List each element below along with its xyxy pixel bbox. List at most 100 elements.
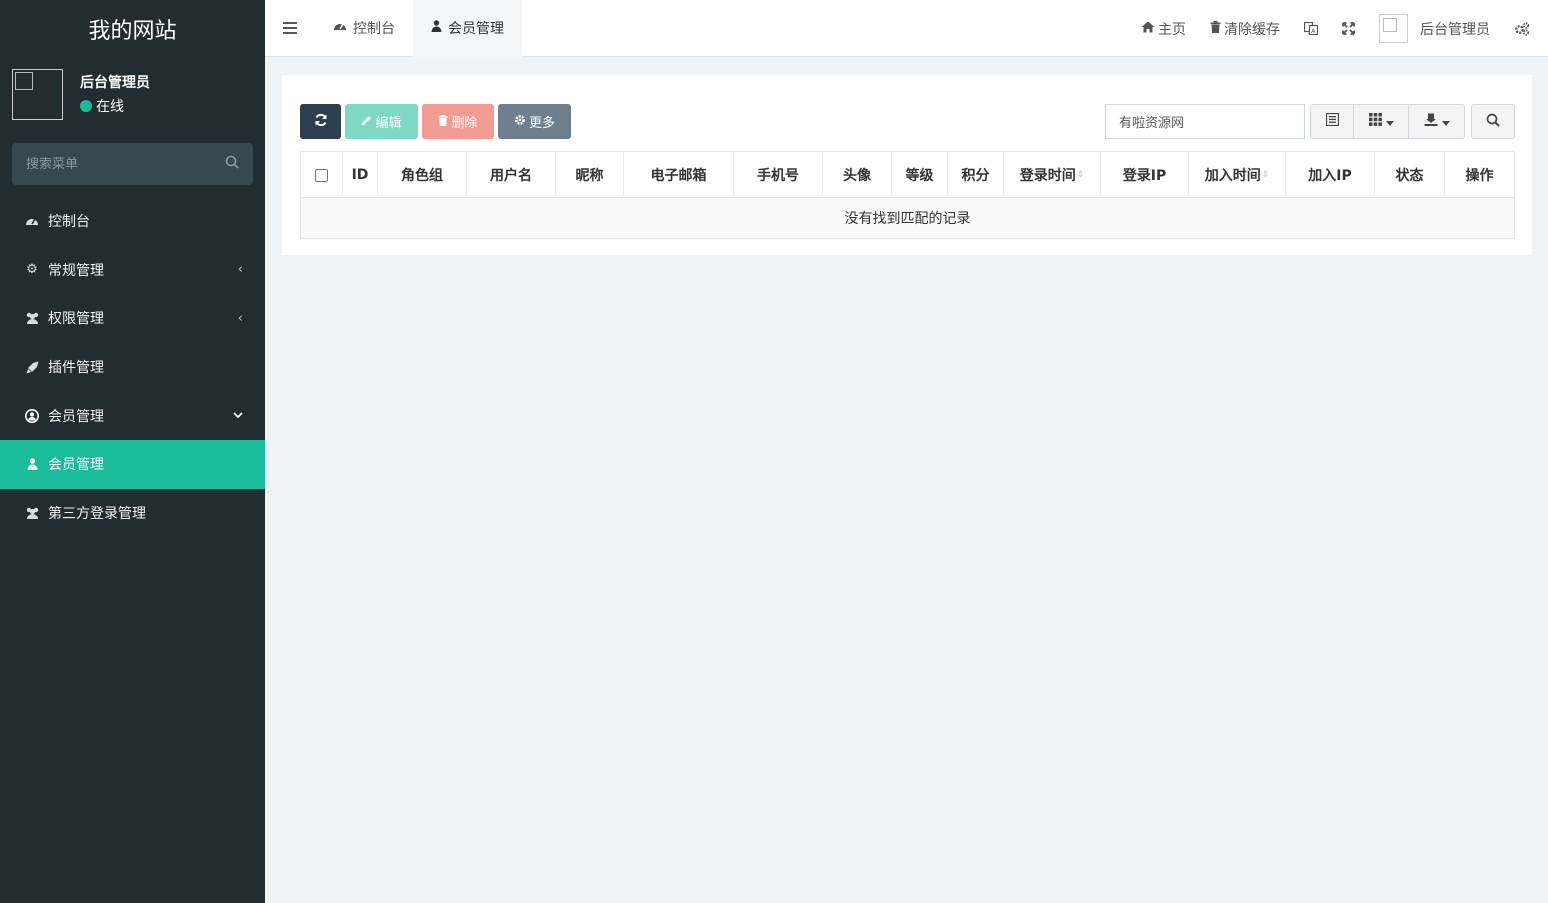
column-header-level[interactable]: 等级: [892, 152, 948, 198]
column-header-score[interactable]: 积分: [948, 152, 1004, 198]
delete-label: 删除: [451, 116, 478, 131]
user-status-label: 在线: [96, 99, 124, 115]
cogs-icon[interactable]: [1502, 0, 1548, 57]
sidebar-item-members[interactable]: 会员管理: [0, 391, 265, 440]
refresh-button[interactable]: [300, 104, 341, 139]
top-navbar: 控制台 会员管理 主页 清除缓存 A 后台管理员: [265, 0, 1548, 57]
column-header-label: 加入时间: [1204, 168, 1261, 184]
fullscreen-icon[interactable]: [1330, 0, 1367, 57]
sidebar-item-label: 会员管理: [48, 408, 104, 425]
column-header-actions[interactable]: 操作: [1445, 152, 1514, 198]
tab-dashboard[interactable]: 控制台: [315, 0, 413, 57]
chevron-left-icon: ‹: [237, 262, 243, 278]
cogs-icon: ⚙: [26, 262, 38, 278]
sort-icon[interactable]: ⇕: [1077, 170, 1085, 180]
sidebar-item-third-party-login[interactable]: 第三方登录管理: [0, 489, 265, 538]
toggle-view-button[interactable]: [1311, 105, 1354, 138]
column-header-username[interactable]: 用户名: [467, 152, 556, 198]
dashboard-icon: [24, 215, 40, 227]
sidebar-item-dashboard[interactable]: 控制台: [0, 197, 265, 246]
sidebar-item-plugins[interactable]: 插件管理: [0, 343, 265, 392]
home-label: 主页: [1158, 21, 1186, 38]
sidebar-item-general[interactable]: ⚙ 常规管理 ‹: [0, 246, 265, 295]
user-icon: [24, 458, 40, 471]
sidebar: 我的网站 后台管理员 在线 控制台 ⚙ 常规管理 ‹ 权限管: [0, 0, 265, 903]
edit-button[interactable]: 编辑: [345, 104, 418, 139]
site-logo[interactable]: 我的网站: [0, 0, 265, 57]
column-header-login-ip[interactable]: 登录IP: [1101, 152, 1189, 198]
chevron-down-icon: [233, 408, 243, 423]
more-button[interactable]: 更多: [498, 104, 571, 139]
chevron-left-icon: ‹: [237, 310, 243, 326]
tab-label: 控制台: [353, 21, 395, 37]
avatar: [12, 69, 63, 120]
column-header-nickname[interactable]: 昵称: [556, 152, 624, 198]
export-icon: [1424, 113, 1438, 130]
column-header-id[interactable]: ID: [343, 152, 378, 198]
sidebar-item-label: 插件管理: [48, 360, 104, 377]
top-right-nav: 主页 清除缓存 A 后台管理员: [1129, 0, 1548, 57]
admin-name: 后台管理员: [1420, 21, 1490, 38]
column-header-email[interactable]: 电子邮箱: [624, 152, 734, 198]
sidebar-item-permissions[interactable]: 权限管理 ‹: [0, 294, 265, 343]
table-search-input[interactable]: 有啦资源网: [1105, 104, 1305, 139]
users-icon: [24, 312, 40, 325]
select-all-checkbox[interactable]: [315, 168, 328, 182]
language-icon[interactable]: A: [1292, 0, 1330, 57]
admin-user-menu[interactable]: 后台管理员: [1367, 0, 1502, 57]
column-header-avatar[interactable]: 头像: [823, 152, 892, 198]
column-header-status[interactable]: 状态: [1375, 152, 1445, 198]
search-button[interactable]: [1471, 104, 1515, 139]
sidebar-item-label: 权限管理: [48, 311, 104, 328]
sidebar-item-label: 会员管理: [48, 457, 104, 474]
sidebar-menu: 控制台 ⚙ 常规管理 ‹ 权限管理 ‹ 插件管理 会员管理 会员管理 第三方登录…: [0, 197, 265, 537]
table-toolbar: 编辑 删除 更多: [300, 104, 575, 139]
tab-label: 会员管理: [448, 21, 504, 37]
column-header-join-ip[interactable]: 加入IP: [1286, 152, 1375, 198]
table-header: ID 角色组 用户名 昵称 电子邮箱 手机号 头像 等级 积分 登录时间 ⇕ 登…: [301, 152, 1514, 198]
delete-button[interactable]: 删除: [422, 104, 494, 139]
sidebar-item-label: 控制台: [48, 214, 90, 231]
user-name: 后台管理员: [80, 75, 150, 91]
columns-toggle-button[interactable]: [1354, 105, 1409, 138]
export-button[interactable]: [1409, 105, 1464, 138]
list-icon: [1325, 112, 1339, 130]
column-header-join-time[interactable]: 加入时间 ⇕: [1189, 152, 1286, 198]
grid-icon: [1368, 113, 1382, 130]
search-icon[interactable]: [225, 155, 239, 173]
sidebar-item-label: 第三方登录管理: [48, 505, 146, 522]
user-panel: 后台管理员 在线: [0, 57, 265, 135]
empty-message: 没有找到匹配的记录: [301, 198, 1514, 238]
online-dot-icon: [80, 100, 92, 112]
avatar: [1379, 14, 1408, 43]
search-icon: [1486, 113, 1500, 131]
column-header-label: 登录时间: [1019, 168, 1076, 184]
view-options-group: [1310, 104, 1465, 139]
home-link[interactable]: 主页: [1129, 0, 1198, 57]
rocket-icon: [24, 361, 40, 374]
members-table: ID 角色组 用户名 昵称 电子邮箱 手机号 头像 等级 积分 登录时间 ⇕ 登…: [300, 151, 1515, 239]
tab-member-management[interactable]: 会员管理: [413, 0, 522, 57]
user-icon: [431, 20, 442, 36]
select-all-cell: [301, 152, 343, 198]
caret-down-icon: [1385, 114, 1394, 130]
clear-cache-button[interactable]: 清除缓存: [1198, 0, 1292, 57]
sidebar-item-label: 常规管理: [48, 262, 104, 279]
sort-icon[interactable]: ⇕: [1262, 170, 1270, 180]
menu-search-input[interactable]: [26, 156, 225, 172]
trash-icon: [1210, 20, 1221, 37]
dashboard-icon: [333, 20, 347, 36]
gear-icon: [514, 114, 526, 129]
refresh-icon: [314, 113, 328, 131]
sidebar-toggle-icon[interactable]: [265, 0, 315, 57]
trash-icon: [438, 114, 448, 129]
caret-down-icon: [1441, 114, 1450, 130]
more-label: 更多: [528, 116, 555, 131]
column-header-login-time[interactable]: 登录时间 ⇕: [1004, 152, 1101, 198]
column-header-role-group[interactable]: 角色组: [378, 152, 467, 198]
column-header-mobile[interactable]: 手机号: [734, 152, 823, 198]
sidebar-search: [12, 143, 253, 185]
home-icon: [1141, 21, 1155, 37]
pencil-icon: [361, 115, 372, 129]
sidebar-item-member-management[interactable]: 会员管理: [0, 439, 265, 489]
